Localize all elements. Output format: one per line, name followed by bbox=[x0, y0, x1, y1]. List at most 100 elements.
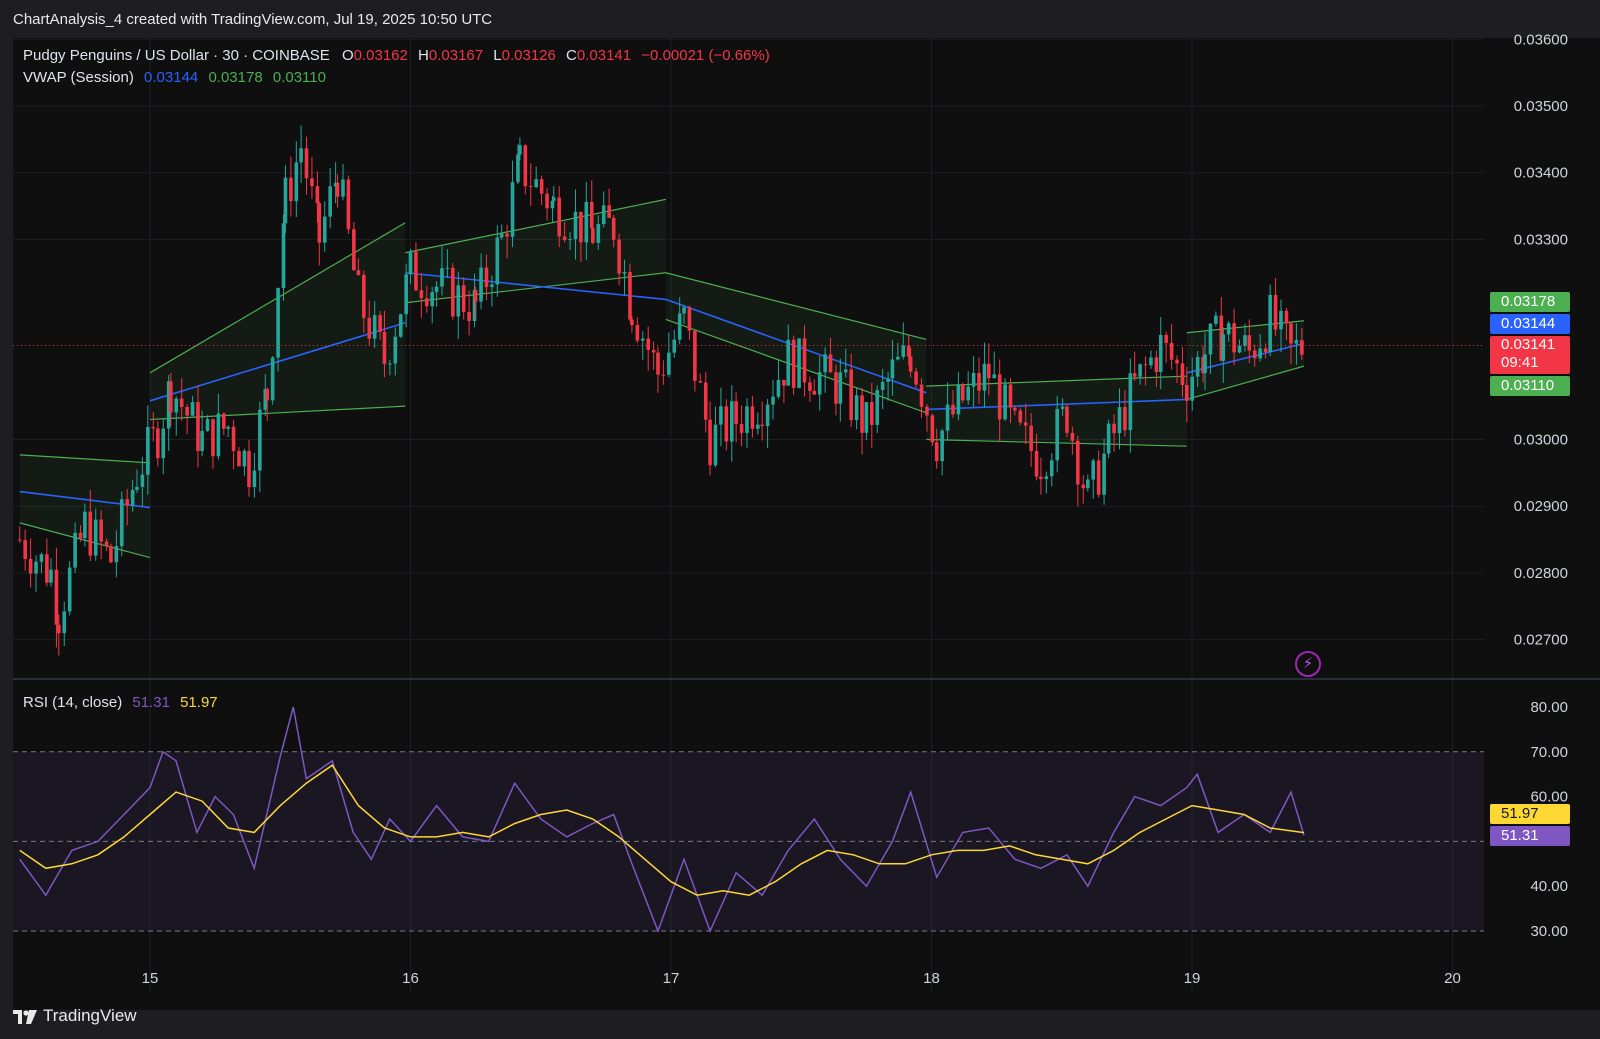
candle-up bbox=[838, 372, 843, 404]
candle-up bbox=[299, 148, 303, 163]
candle-down bbox=[1184, 384, 1189, 401]
candle-down bbox=[237, 450, 241, 467]
y-tick-label: 0.02700 bbox=[1514, 632, 1568, 649]
candle-down bbox=[211, 419, 215, 457]
candle-up bbox=[992, 374, 997, 379]
candle-down bbox=[179, 398, 184, 408]
candle-down bbox=[382, 331, 387, 364]
candle-up bbox=[1149, 357, 1153, 366]
candle-down bbox=[870, 402, 874, 425]
candle-up bbox=[786, 339, 791, 386]
x-tick-label: 15 bbox=[142, 970, 159, 987]
ohlc-legend: Pudgy Penguins / US Dollar · 30 · COINBA… bbox=[23, 47, 770, 64]
candle-up bbox=[667, 352, 671, 375]
candle-down bbox=[724, 406, 729, 442]
candle-down bbox=[317, 203, 322, 243]
candle-down bbox=[461, 285, 466, 312]
candle-down bbox=[1164, 334, 1168, 343]
candle-up bbox=[823, 354, 827, 373]
candle-up bbox=[745, 406, 749, 433]
candle-up bbox=[294, 162, 299, 202]
candle-up bbox=[940, 430, 944, 462]
candle-down bbox=[919, 384, 924, 407]
candle-down bbox=[687, 307, 692, 331]
candle-up bbox=[130, 489, 135, 506]
candle-up bbox=[1128, 373, 1133, 431]
candle-down bbox=[419, 290, 424, 299]
y-tick-label: 0.02900 bbox=[1514, 498, 1568, 515]
candle-down bbox=[1300, 340, 1304, 355]
candle-down bbox=[156, 428, 160, 459]
candle-down bbox=[1132, 373, 1137, 377]
candle-down bbox=[808, 382, 812, 391]
vwap-lower-tag: 0.03110 bbox=[1490, 376, 1570, 396]
candle-up bbox=[34, 561, 38, 574]
lightning-icon[interactable]: ⚡ bbox=[1295, 651, 1321, 677]
candle-up bbox=[584, 201, 589, 243]
candle-up bbox=[174, 398, 179, 413]
candle-down bbox=[1123, 407, 1127, 431]
candle-up bbox=[119, 499, 124, 547]
candle-down bbox=[352, 229, 356, 271]
candle-down bbox=[734, 401, 738, 425]
candle-down bbox=[1169, 342, 1174, 360]
rsi-tick-label: 70.00 bbox=[1530, 744, 1568, 761]
candle-up bbox=[140, 474, 145, 487]
candle-up bbox=[890, 359, 895, 379]
candle-down bbox=[760, 424, 764, 426]
vwap-legend[interactable]: VWAP (Session) 0.03144 0.03178 0.03110 bbox=[23, 69, 326, 86]
candle-down bbox=[930, 415, 935, 443]
candle-up bbox=[1203, 354, 1207, 374]
candle-up bbox=[886, 378, 890, 382]
candle-up bbox=[49, 569, 53, 583]
candle-up bbox=[205, 419, 210, 431]
vwap-upper-value: 0.03178 bbox=[208, 69, 263, 86]
candle-down bbox=[591, 228, 595, 243]
candle-down bbox=[1065, 406, 1069, 433]
candle-up bbox=[190, 402, 195, 416]
time-axis-background bbox=[13, 992, 1600, 1010]
candle-up bbox=[495, 237, 500, 285]
candle-up bbox=[956, 384, 961, 415]
candle-down bbox=[1034, 451, 1039, 477]
candle-down bbox=[960, 384, 965, 401]
candle-down bbox=[45, 554, 49, 583]
candle-up bbox=[372, 315, 377, 339]
candle-down bbox=[1180, 363, 1185, 385]
candle-down bbox=[169, 381, 173, 413]
candle-down bbox=[698, 381, 703, 383]
candle-up bbox=[490, 284, 494, 288]
candle-up bbox=[388, 363, 392, 365]
candle-down bbox=[1008, 384, 1013, 408]
symbol-title[interactable]: Pudgy Penguins / US Dollar · 30 · COINBA… bbox=[23, 47, 330, 64]
candle-down bbox=[451, 267, 455, 317]
candle-down bbox=[99, 519, 103, 542]
candle-down bbox=[104, 541, 109, 546]
candle-up bbox=[1117, 407, 1122, 434]
candle-up bbox=[510, 182, 515, 237]
candle-up bbox=[765, 404, 770, 426]
candle-down bbox=[562, 236, 567, 240]
tradingview-footer[interactable]: TradingView bbox=[13, 1006, 137, 1026]
candle-up bbox=[430, 292, 435, 307]
candle-down bbox=[651, 349, 656, 353]
candle-down bbox=[467, 311, 471, 321]
candle-up bbox=[843, 369, 848, 373]
candle-up bbox=[83, 511, 87, 539]
candle-up bbox=[1268, 294, 1272, 353]
candle-up bbox=[1237, 345, 1242, 353]
candle-down bbox=[1289, 323, 1293, 344]
last-price-value: 0.03141 bbox=[1501, 336, 1556, 353]
candle-up bbox=[226, 426, 230, 429]
candle-up bbox=[756, 424, 760, 429]
candle-up bbox=[73, 532, 77, 568]
x-tick-label: 17 bbox=[663, 970, 680, 987]
candle-up bbox=[283, 177, 288, 224]
chart-canvas[interactable]: 15 16 17 18 19 20 0.02700 0.02800 0.02900 0.03000… bbox=[0, 0, 1600, 1039]
candle-down bbox=[791, 339, 796, 388]
candle-up bbox=[62, 611, 67, 634]
candle-up bbox=[966, 386, 970, 401]
rsi-legend[interactable]: RSI (14, close) 51.31 51.97 bbox=[23, 694, 218, 711]
candle-down bbox=[1112, 423, 1116, 434]
candle-down bbox=[782, 379, 786, 386]
